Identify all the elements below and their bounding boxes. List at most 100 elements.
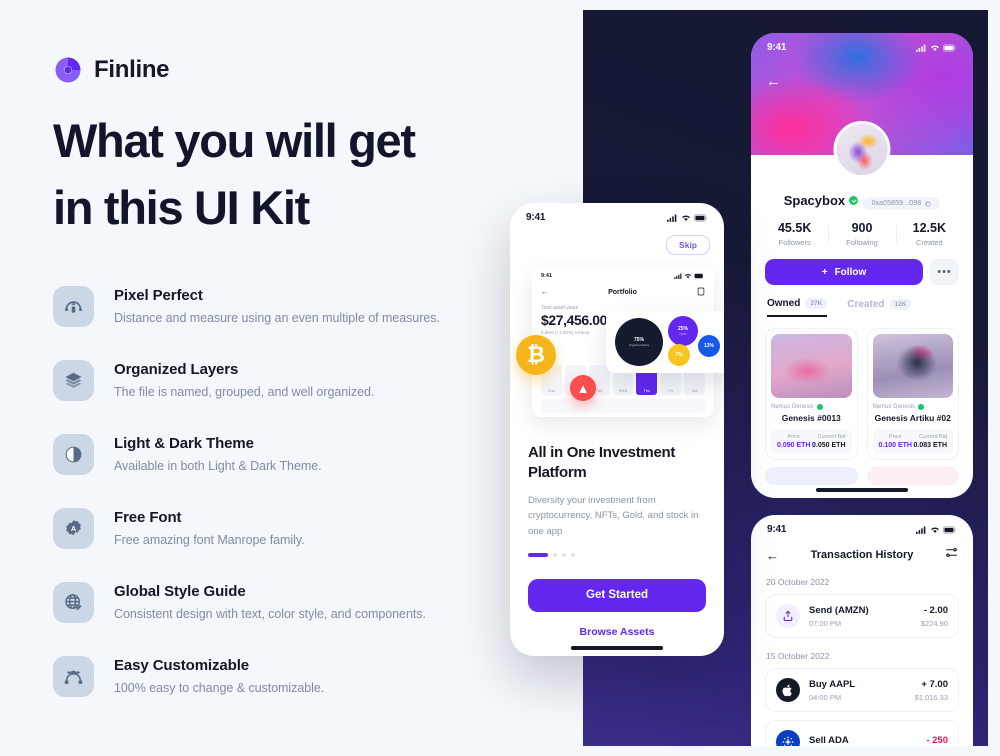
stat-value: 12.5K	[912, 221, 946, 235]
feature-title: Free Font	[114, 509, 182, 526]
list-item: A Free Font Free amazing font Manrope fa…	[53, 508, 513, 582]
stat-created: 12.5K Created	[895, 221, 963, 247]
nft-collection: Nemus Genesis	[771, 404, 814, 410]
pagination-dots	[510, 540, 724, 557]
more-options-button[interactable]: •••	[930, 259, 959, 285]
profile-phone-mockup: 9:41 ← Spacybox 0xa05859...098 45.5K Fol…	[751, 33, 973, 498]
feature-desc: Distance and measure using an even multi…	[114, 311, 440, 325]
pixel-perfect-icon	[53, 286, 94, 327]
bid-value: 0.083 ETH	[913, 442, 947, 449]
dot[interactable]	[562, 552, 566, 557]
stat-following: 900 Following	[828, 221, 895, 247]
stat-label: Following	[846, 238, 878, 247]
cardano-icon	[776, 730, 800, 746]
dot[interactable]	[571, 552, 575, 557]
table-row[interactable]: Sell ADA - 250	[765, 720, 959, 746]
transaction-time: 04:00 PM	[809, 692, 842, 702]
pink-mountain-art	[771, 334, 852, 398]
tab-label: Owned	[767, 298, 801, 309]
total-asset-label: Total asset value	[541, 305, 579, 311]
list-item: Light & Dark Theme Available in both Lig…	[53, 434, 513, 508]
nft-card-partial[interactable]	[866, 467, 959, 485]
airbnb-icon: ▲	[570, 375, 596, 401]
status-bar: 9:41	[510, 203, 724, 225]
transaction-usd: $224.90	[920, 618, 948, 628]
status-icons	[674, 273, 705, 281]
browse-assets-link[interactable]: Browse Assets	[510, 626, 724, 638]
transaction-amount: - 2.00	[923, 604, 948, 616]
back-arrow-icon[interactable]: ←	[541, 289, 548, 296]
table-row[interactable]: Send (AMZN) 07:00 PM - 2.00 $224.90	[765, 594, 959, 638]
onboarding-title: All in One Investment Platform	[528, 444, 676, 482]
bubble-stock: 13%	[698, 335, 720, 357]
wifi-icon	[685, 274, 692, 279]
status-time: 9:41	[767, 524, 787, 535]
table-row[interactable]: Buy AAPL 04:00 PM + 7.00 $1,016.33	[765, 668, 959, 712]
tab-count: 27K	[805, 298, 828, 309]
page-title: Portfolio	[608, 289, 637, 296]
nft-card[interactable]: Nemus Genesis Genesis #0013 Price 0.090 …	[765, 328, 858, 460]
apple-icon	[776, 678, 800, 702]
get-started-button[interactable]: Get Started	[528, 578, 706, 612]
brand: Finline	[53, 55, 170, 85]
follow-button[interactable]: + Follow	[765, 259, 923, 285]
bid-label: Current Bid	[817, 434, 846, 440]
price-value: 0.090 ETH	[777, 442, 811, 449]
back-arrow-icon[interactable]: ←	[766, 73, 781, 90]
wallet-address: 0xa05859...098	[871, 200, 922, 207]
tab-label: Created	[847, 299, 885, 310]
profile-stats: 45.5K Followers 900 Following 12.5K Crea…	[751, 221, 973, 247]
nft-card-partial[interactable]	[765, 467, 858, 485]
home-indicator	[816, 488, 908, 492]
cyborg-head-art	[872, 334, 953, 398]
copy-icon	[925, 201, 931, 206]
date-group-label: 20 October 2022	[766, 577, 830, 587]
feature-title: Pixel Perfect	[114, 287, 203, 304]
headline-line-2: in this UI Kit	[53, 180, 310, 234]
allocation-bubble-chart: 75% Cryptocurrency 25% NFTs 13% 7%	[606, 311, 724, 373]
tab-count: 12K	[889, 299, 912, 310]
asset-list-placeholder	[541, 399, 705, 413]
tab-created[interactable]: Created 12K	[847, 298, 912, 317]
list-item: Organized Layers The file is named, grou…	[53, 360, 513, 434]
tab-owned[interactable]: Owned 27K	[767, 298, 828, 317]
wifi-icon	[931, 45, 939, 51]
nft-collection-row: Nemus Genesis	[771, 404, 852, 410]
bubble-value: 13%	[703, 343, 714, 349]
feature-title: Easy Customizable	[114, 657, 250, 674]
nft-card[interactable]: Nemus Genesis Genesis Artiku #02 Price 0…	[866, 328, 959, 460]
profile-name: Spacybox	[783, 193, 846, 208]
status-time: 9:41	[541, 273, 553, 279]
back-arrow-icon[interactable]: ←	[766, 548, 779, 563]
svg-text:A: A	[71, 524, 77, 533]
onboarding-hero-illustration: 9:41 ← Portfolio Total asset value $27,4…	[510, 259, 724, 429]
list-item: Pixel Perfect Distance and measure using…	[53, 286, 513, 360]
status-bar: 9:41	[751, 515, 973, 537]
feature-list: Pixel Perfect Distance and measure using…	[53, 286, 513, 730]
bubble-value: 7%	[675, 352, 683, 358]
bid-value: 0.050 ETH	[812, 442, 846, 449]
wifi-icon	[682, 215, 690, 221]
filter-icon[interactable]	[945, 546, 958, 564]
follow-label: Follow	[834, 266, 867, 278]
battery-icon	[694, 214, 708, 221]
bubble-cryptocurrency: 75% Cryptocurrency	[615, 318, 663, 366]
globe-edit-icon	[53, 582, 94, 623]
nft-card-grid: Nemus Genesis Genesis #0013 Price 0.090 …	[751, 317, 973, 460]
brand-name: Finline	[94, 56, 170, 83]
bar-label: Fri	[668, 388, 674, 393]
avatar	[833, 121, 891, 178]
status-time: 9:41	[767, 42, 787, 53]
stat-value: 900	[851, 221, 873, 235]
feature-title: Global Style Guide	[114, 583, 246, 600]
document-icon[interactable]	[697, 287, 705, 298]
bar-label: Thu	[643, 388, 651, 393]
feature-desc: Free amazing font Manrope family.	[114, 533, 305, 547]
bar-label: Sun	[547, 388, 555, 393]
wallet-address-chip[interactable]: 0xa05859...098	[862, 197, 941, 210]
dot-active[interactable]	[528, 552, 548, 557]
dot[interactable]	[553, 552, 557, 557]
cellular-icon	[667, 214, 677, 222]
skip-button[interactable]: Skip	[666, 235, 710, 255]
cellular-icon	[916, 44, 926, 52]
